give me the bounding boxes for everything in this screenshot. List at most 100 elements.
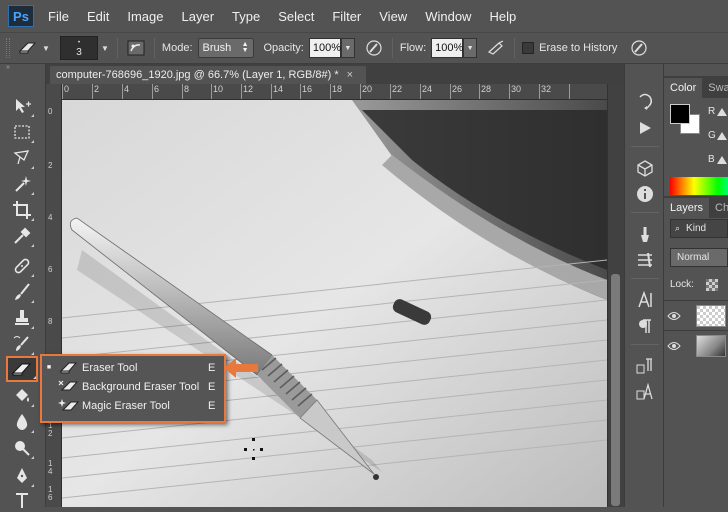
layer-row-1[interactable] (664, 300, 728, 330)
tool-corner-icon (33, 376, 36, 379)
menu-edit[interactable]: Edit (87, 9, 109, 24)
pen-tool[interactable] (10, 464, 34, 488)
quick-selection-tool[interactable] (10, 172, 34, 196)
document-canvas[interactable] (62, 100, 607, 507)
tab-channels[interactable]: Ch (709, 198, 728, 218)
layers-panel-tabs: Layers Ch (664, 196, 728, 218)
eyedropper-tool[interactable] (10, 224, 34, 248)
ruler-label: 4 (48, 213, 53, 222)
pressure-size-toggle[interactable] (628, 37, 650, 59)
tab-color[interactable]: Color (664, 78, 703, 98)
layer-row-background[interactable] (664, 330, 728, 360)
flow-dropdown[interactable]: ▼ (463, 38, 478, 58)
healing-brush-tool[interactable] (10, 254, 34, 278)
character-styles-icon (636, 383, 653, 400)
airbrush-toggle[interactable] (485, 37, 507, 59)
divider (391, 38, 393, 58)
paint-bucket-tool[interactable] (10, 384, 34, 408)
brush-panel-button[interactable] (635, 224, 655, 244)
info-panel-button[interactable] (635, 158, 655, 178)
history-panel-button[interactable] (635, 92, 655, 112)
menu-help[interactable]: Help (489, 9, 516, 24)
ruler-tick (271, 84, 272, 99)
ruler-tick (300, 84, 301, 99)
document-tab[interactable]: computer-768696_1920.jpg @ 66.7% (Layer … (50, 66, 366, 84)
lock-label: Lock: (670, 279, 694, 290)
properties-panel-button[interactable] (635, 184, 655, 204)
menu-file[interactable]: File (48, 9, 69, 24)
flyout-item-background-eraser[interactable]: Background Eraser Tool E (42, 377, 224, 396)
toolbar-collapse-icon[interactable]: » (0, 64, 45, 78)
close-icon[interactable]: × (347, 69, 353, 81)
blend-mode-select[interactable]: Normal (670, 248, 728, 267)
erase-to-history-checkbox[interactable] (522, 42, 535, 54)
scrollbar-thumb[interactable] (611, 274, 620, 506)
eraser-tool[interactable] (6, 356, 38, 382)
ruler-top[interactable]: 2 0 2 4 6 8 10 12 14 16 18 20 22 24 26 2… (62, 84, 607, 100)
layer-filter-kind[interactable]: ⌕ Kind (670, 219, 728, 238)
ruler-label: 1 4 (48, 459, 53, 476)
menu-view[interactable]: View (379, 9, 407, 24)
lasso-tool[interactable] (10, 146, 34, 170)
blue-label: B (708, 154, 715, 165)
opacity-dropdown[interactable]: ▼ (340, 38, 355, 58)
menu-image[interactable]: Image (127, 9, 163, 24)
tool-preset-picker[interactable]: ▼ (18, 37, 54, 59)
layer-thumbnail (696, 304, 726, 327)
menu-filter[interactable]: Filter (332, 9, 361, 24)
brush-panel-toggle[interactable] (125, 37, 147, 59)
mode-select[interactable]: Brush ▲ ▼ (197, 38, 254, 58)
ruler-label: 32 (541, 84, 552, 94)
canvas-vertical-scrollbar[interactable] (607, 84, 624, 507)
opacity-input[interactable]: 100% (308, 38, 341, 58)
paragraph-styles-button[interactable] (635, 356, 655, 376)
dodge-tool[interactable] (10, 436, 34, 460)
eye-icon[interactable] (664, 331, 684, 361)
blur-tool[interactable] (10, 410, 34, 434)
actions-panel-button[interactable] (635, 118, 655, 138)
water-drop-icon (16, 414, 28, 430)
menu-window[interactable]: Window (425, 9, 471, 24)
menu-select[interactable]: Select (278, 9, 314, 24)
history-brush-tool[interactable] (10, 332, 34, 356)
brush-tool[interactable] (10, 280, 34, 304)
brush-preset-picker[interactable]: • 3 (60, 36, 98, 60)
color-spectrum-bar[interactable] (670, 177, 728, 195)
character-panel-button[interactable] (635, 290, 655, 310)
tab-swatches[interactable]: Swa (702, 78, 728, 98)
photoshop-logo: Ps (8, 5, 34, 27)
crop-tool[interactable] (10, 198, 34, 222)
flyout-item-magic-eraser[interactable]: Magic Eraser Tool E (42, 396, 224, 415)
pressure-opacity-toggle[interactable] (363, 37, 385, 59)
options-grip[interactable] (6, 38, 10, 58)
tab-layers[interactable]: Layers (664, 198, 710, 218)
slider-thumbs-icon[interactable] (716, 106, 728, 166)
crop-icon (13, 201, 31, 219)
clone-stamp-tool[interactable] (10, 306, 34, 330)
eraser-icon (18, 42, 37, 54)
paragraph-icon (639, 319, 651, 333)
type-tool[interactable] (10, 488, 34, 512)
character-styles-button[interactable] (635, 382, 655, 402)
flow-label: Flow: (399, 42, 427, 54)
chevron-down-icon[interactable]: ▼ (101, 44, 109, 53)
ruler-tick (211, 84, 212, 99)
move-tool[interactable] (10, 94, 34, 118)
menu-layer[interactable]: Layer (182, 9, 215, 24)
shortcut-key: E (208, 399, 216, 412)
foreground-color-swatch-front (670, 104, 690, 124)
document-tab-bar: computer-768696_1920.jpg @ 66.7% (Layer … (46, 64, 624, 84)
flow-input[interactable]: 100% (431, 38, 463, 58)
ruler-tick (330, 84, 331, 99)
lock-transparency-icon[interactable] (706, 279, 718, 291)
ruler-left[interactable]: 0 2 4 6 8 1 0 1 2 1 4 1 6 (46, 84, 62, 507)
info-icon (637, 186, 653, 202)
ruler-label: 26 (452, 84, 463, 94)
menu-type[interactable]: Type (232, 9, 260, 24)
brush-presets-panel-button[interactable] (635, 250, 655, 270)
brush-size-value: 3 (76, 47, 82, 58)
eye-icon[interactable] (664, 301, 684, 331)
marquee-tool[interactable] (10, 120, 34, 144)
paragraph-panel-button[interactable] (635, 316, 655, 336)
flyout-item-eraser[interactable]: ■ Eraser Tool E (42, 358, 224, 377)
